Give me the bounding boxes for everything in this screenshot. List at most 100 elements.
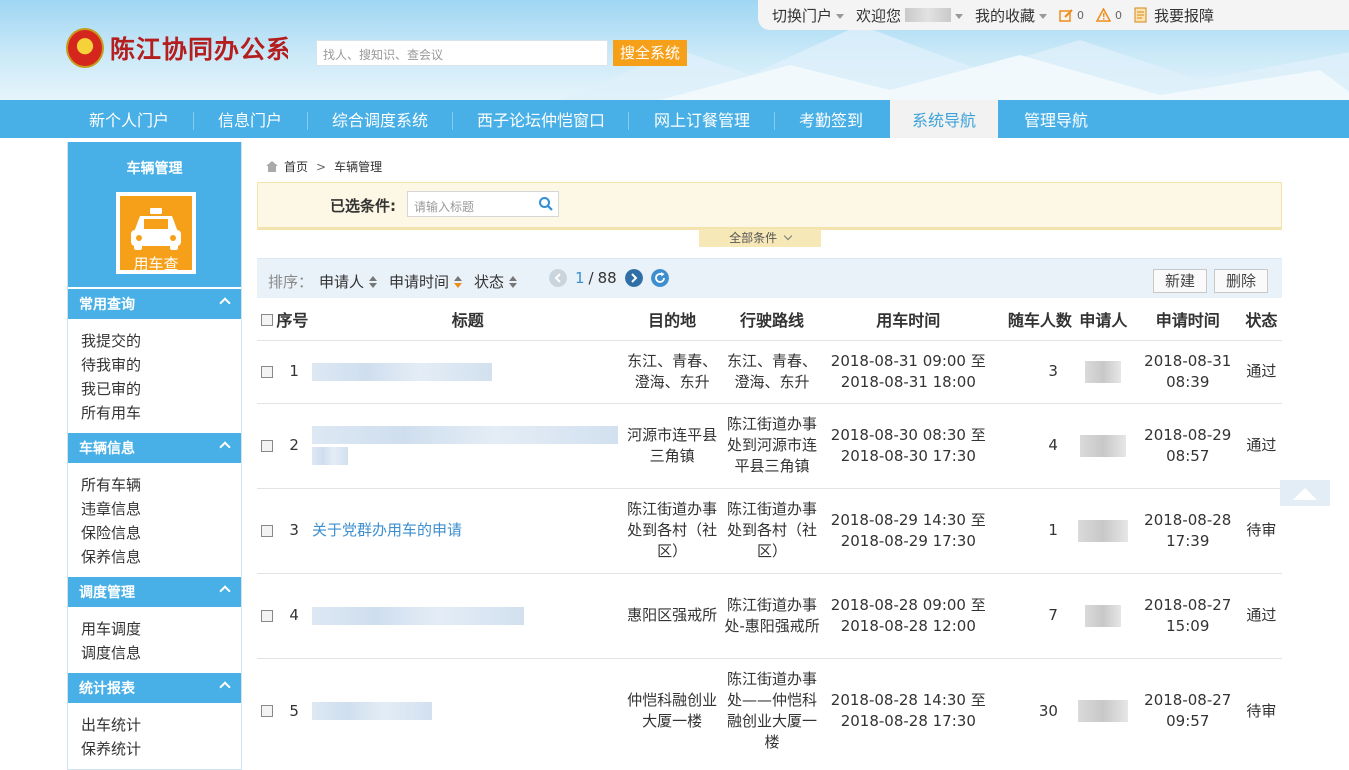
sidebar-item-vehicle-dispatch[interactable]: 用车调度: [81, 617, 241, 641]
global-search-button[interactable]: 搜全系统: [613, 40, 687, 66]
row-title-redacted[interactable]: [311, 426, 618, 444]
title-filter-placeholder: 请输入标题: [414, 200, 475, 214]
current-page: 1: [575, 269, 585, 287]
sidebar-item-pending-review[interactable]: 待我审的: [81, 353, 241, 377]
search-icon[interactable]: [538, 196, 554, 212]
col-header-destination[interactable]: 目的地: [623, 298, 720, 340]
col-header-usage-time[interactable]: 用车时间: [823, 298, 993, 340]
sidebar-item-reviewed[interactable]: 我已审的: [81, 377, 241, 401]
row-title-link[interactable]: 关于党群办用车的申请: [312, 521, 462, 539]
table-header-row: 序号 标题 目的地 行驶路线 用车时间 随车人数 申请人 申请时间 状态: [257, 298, 1282, 340]
table-row[interactable]: 5 仲恺科融创业大厦一楼 陈江街道办事处——仲恺科融创业大厦一楼 2018-08…: [257, 657, 1282, 764]
row-checkbox[interactable]: [260, 365, 273, 378]
col-header-no[interactable]: 序号: [276, 298, 312, 340]
row-apply-time: 2018-08-28 17:39: [1134, 487, 1241, 573]
col-header-route[interactable]: 行驶路线: [721, 298, 823, 340]
refresh-icon[interactable]: [650, 269, 669, 287]
new-button[interactable]: 新建: [1153, 269, 1207, 293]
sort-by-apply-time[interactable]: 申请时间: [389, 271, 463, 292]
sidebar-item-maintenance-stats[interactable]: 保养统计: [81, 737, 241, 761]
section-vehicle-info[interactable]: 车辆信息: [68, 431, 241, 463]
row-passengers: 7: [993, 572, 1072, 658]
table-row[interactable]: 4 惠阳区强戒所 陈江街道办事处-惠阳强戒所 2018-08-28 09:00 …: [257, 572, 1282, 658]
col-header-title[interactable]: 标题: [312, 298, 623, 340]
breadcrumb-home[interactable]: 首页: [284, 158, 308, 175]
row-title-cell[interactable]: 关于党群办用车的申请: [311, 487, 624, 573]
row-no: 2: [276, 402, 312, 488]
all-conditions-toggle[interactable]: 全部条件: [699, 229, 821, 247]
col-header-status[interactable]: 状态: [1241, 298, 1282, 340]
row-checkbox[interactable]: [260, 524, 273, 537]
nav-dispatch-system[interactable]: 综合调度系统: [318, 100, 442, 138]
row-title-cell[interactable]: [311, 402, 624, 488]
sidebar-item-insurance[interactable]: 保险信息: [81, 521, 241, 545]
row-title-redacted[interactable]: [311, 447, 348, 465]
col-header-passengers[interactable]: 随车人数: [993, 298, 1072, 340]
sidebar-item-maintenance[interactable]: 保养信息: [81, 545, 241, 569]
favorites-menu[interactable]: 我的收藏: [975, 5, 1048, 26]
back-to-top-icon[interactable]: [1280, 480, 1330, 506]
sort-by-applicant[interactable]: 申请人: [319, 271, 378, 292]
sidebar-item-all-usage[interactable]: 所有用车: [81, 401, 241, 425]
global-search-input[interactable]: 找人、搜知识、查会议: [316, 40, 608, 66]
sidebar-item-my-submitted[interactable]: 我提交的: [81, 329, 241, 353]
sort-by-status[interactable]: 状态: [474, 271, 518, 292]
report-icon: [1134, 7, 1147, 23]
sidebar-item-all-vehicles[interactable]: 所有车辆: [81, 473, 241, 497]
nav-forum-window[interactable]: 西子论坛仲恺窗口: [464, 100, 618, 138]
row-title-cell[interactable]: [311, 572, 624, 658]
nav-new-portal[interactable]: 新个人门户: [76, 100, 182, 138]
section-title: 调度管理: [79, 585, 135, 601]
row-title-redacted[interactable]: [311, 702, 432, 721]
section-dispatch[interactable]: 调度管理: [68, 575, 241, 607]
site-logo[interactable]: 陈江协同办公系统: [66, 28, 288, 68]
welcome-user-menu[interactable]: 欢迎您: [856, 5, 964, 26]
row-checkbox[interactable]: [260, 705, 273, 718]
chevron-up-icon: [219, 441, 231, 453]
nav-system-navigation[interactable]: 系统导航: [890, 100, 998, 138]
row-status: 通过: [1240, 339, 1282, 403]
row-no: 3: [276, 487, 312, 573]
row-applicant-redacted: [1085, 604, 1122, 627]
table-row[interactable]: 3 关于党群办用车的申请 陈江街道办事处到各村（社区） 陈江街道办事处到各村（社…: [257, 487, 1282, 573]
vehicle-request-table: 序号 标题 目的地 行驶路线 用车时间 随车人数 申请人 申请时间 状态 1 东…: [257, 298, 1282, 764]
row-select-cell: [257, 572, 277, 658]
col-header-applicant[interactable]: 申请人: [1072, 298, 1135, 340]
report-issue-link[interactable]: 我要报障: [1134, 5, 1214, 26]
row-title-cell[interactable]: [311, 657, 624, 764]
row-apply-time: 2018-08-27 15:09: [1134, 572, 1241, 658]
title-filter-input[interactable]: 请输入标题: [407, 191, 559, 217]
col-header-apply-time[interactable]: 申请时间: [1135, 298, 1241, 340]
row-applicant-cell: [1071, 572, 1135, 658]
row-destination: 仲恺科融创业大厦一楼: [623, 657, 721, 764]
todo-count: 0: [1077, 8, 1085, 22]
select-all-checkbox[interactable]: [260, 313, 273, 326]
nav-divider: [774, 112, 775, 130]
row-title-cell[interactable]: [311, 339, 624, 403]
sidebar-item-violations[interactable]: 违章信息: [81, 497, 241, 521]
next-page-icon[interactable]: [624, 269, 643, 287]
prev-page-icon[interactable]: [549, 269, 567, 287]
car-query-tile[interactable]: 用车查: [116, 192, 196, 274]
chevron-up-icon: [219, 681, 231, 693]
sidebar-item-dispatch-info[interactable]: 调度信息: [81, 641, 241, 665]
alert-indicator[interactable]: 0: [1096, 8, 1122, 22]
row-title-redacted[interactable]: [311, 362, 492, 381]
section-reports[interactable]: 统计报表: [68, 671, 241, 703]
sort-label: 排序：: [268, 273, 314, 291]
nav-info-portal[interactable]: 信息门户: [204, 100, 296, 138]
nav-admin-navigation[interactable]: 管理导航: [1010, 100, 1102, 138]
section-links: 出车统计 保养统计: [68, 703, 241, 767]
delete-button[interactable]: 删除: [1214, 269, 1268, 293]
section-common-query[interactable]: 常用查询: [68, 287, 241, 319]
todo-indicator[interactable]: 0: [1059, 8, 1084, 22]
switch-portal-menu[interactable]: 切换门户: [772, 5, 845, 26]
table-row[interactable]: 1 东江、青春、澄海、东升 东江、青春、澄海、东升 2018-08-31 09:…: [257, 339, 1282, 403]
row-checkbox[interactable]: [260, 439, 273, 452]
row-title-redacted[interactable]: [311, 606, 524, 625]
nav-attendance[interactable]: 考勤签到: [786, 100, 876, 138]
table-row[interactable]: 2 河源市连平县三角镇 陈江街道办事处到河源市连平县三角镇 2018-08-30…: [257, 402, 1282, 488]
sidebar-item-trip-stats[interactable]: 出车统计: [81, 713, 241, 737]
row-checkbox[interactable]: [260, 609, 273, 622]
nav-meal-ordering[interactable]: 网上订餐管理: [640, 100, 764, 138]
